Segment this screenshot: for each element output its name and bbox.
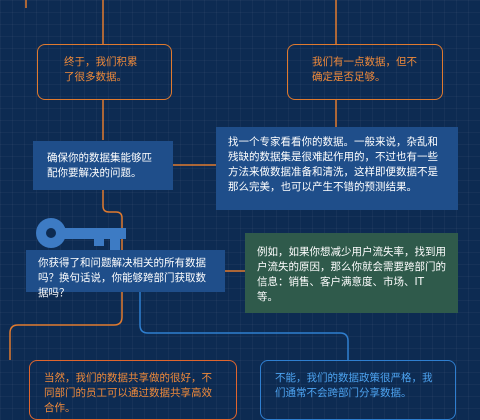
no-share-text: 不能，我们的数据政策很严格，我们通常不会跨部门分享数据。 — [275, 372, 433, 399]
expert-text: 找一个专家看看你的数据。一般来说，杂乱和残缺的数据集是很难起作用的，不过也有一些… — [228, 136, 438, 193]
top-left-box: 终于，我们积累了很多数据。 — [37, 44, 172, 100]
access-box: 你获得了和问题解决相关的所有数据吗？换句话说，你能够跨部门获取数据吗？ — [26, 250, 225, 299]
no-share-box: 不能，我们的数据政策很严格，我们通常不会跨部门分享数据。 — [260, 360, 456, 420]
top-right-text: 我们有一点数据，但不确定是否足够。 — [312, 56, 417, 83]
check-data-text: 确保你的数据集能够匹配你要解决的问题。 — [47, 152, 152, 179]
yes-share-box: 当然，我们的数据共享做的很好，不同部门的员工可以通过数据共享高效合作。 — [29, 360, 237, 420]
expert-box: 找一个专家看看你的数据。一般来说，杂乱和残缺的数据集是很难起作用的，不过也有一些… — [216, 127, 458, 210]
example-box: 例如，如果你想减少用户流失率，找到用户流失的原因，那么你就会需要跨部门的信息：销… — [245, 233, 458, 313]
top-right-box: 我们有一点数据，但不确定是否足够。 — [287, 44, 443, 100]
check-data-box: 确保你的数据集能够匹配你要解决的问题。 — [33, 141, 173, 190]
example-text: 例如，如果你想减少用户流失率，找到用户流失的原因，那么你就会需要跨部门的信息：销… — [257, 246, 446, 303]
yes-share-text: 当然，我们的数据共享做的很好，不同部门的员工可以通过数据共享高效合作。 — [44, 372, 212, 414]
top-left-text: 终于，我们积累了很多数据。 — [64, 56, 138, 83]
